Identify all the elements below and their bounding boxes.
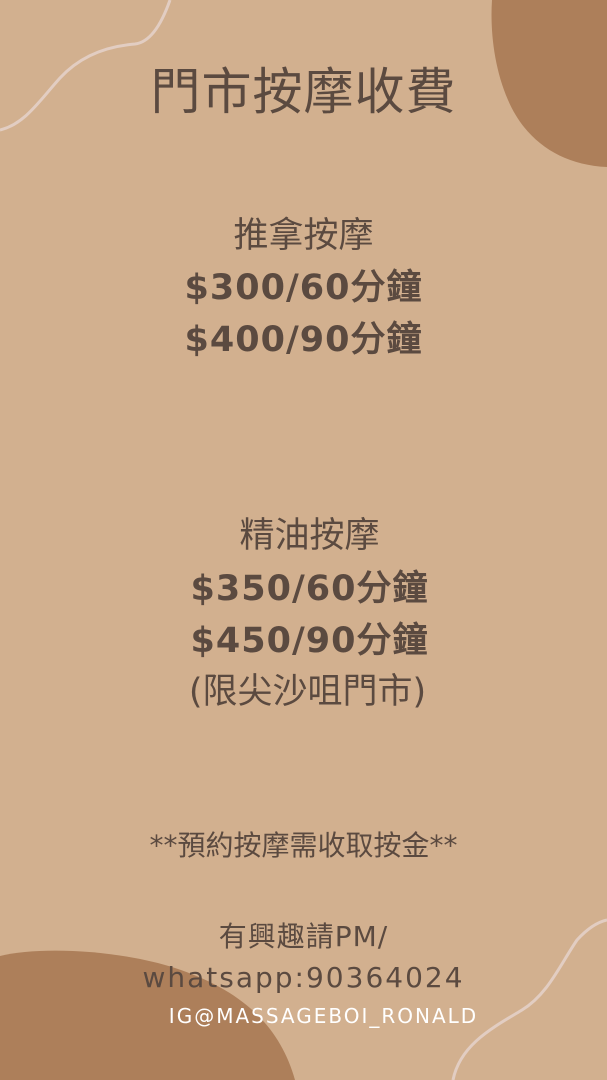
tuina-price-90min: $400/90分鐘: [184, 320, 423, 360]
contact-pm-line: 有興趣請PM/: [218, 920, 389, 953]
oil-price-90min: $450/90分鐘: [190, 621, 429, 661]
deposit-note: **預約按摩需收取按金**: [149, 829, 458, 862]
oil-location-note: (限尖沙咀門市): [188, 672, 427, 712]
price-poster: 門市按摩收費 推拿按摩 $300/60分鐘 $400/90分鐘 精油按摩 $35…: [0, 0, 607, 1080]
poster-title: 門市按摩收費: [150, 63, 457, 121]
oil-massage-heading: 精油按摩: [239, 516, 380, 556]
tuina-massage-heading: 推拿按摩: [233, 216, 374, 256]
tuina-price-60min: $300/60分鐘: [184, 268, 423, 308]
instagram-handle: IG@MASSAGEBOI_RONALD: [168, 1004, 479, 1028]
oil-price-60min: $350/60分鐘: [190, 569, 429, 609]
whatsapp-line: whatsapp:90364024: [142, 961, 465, 994]
